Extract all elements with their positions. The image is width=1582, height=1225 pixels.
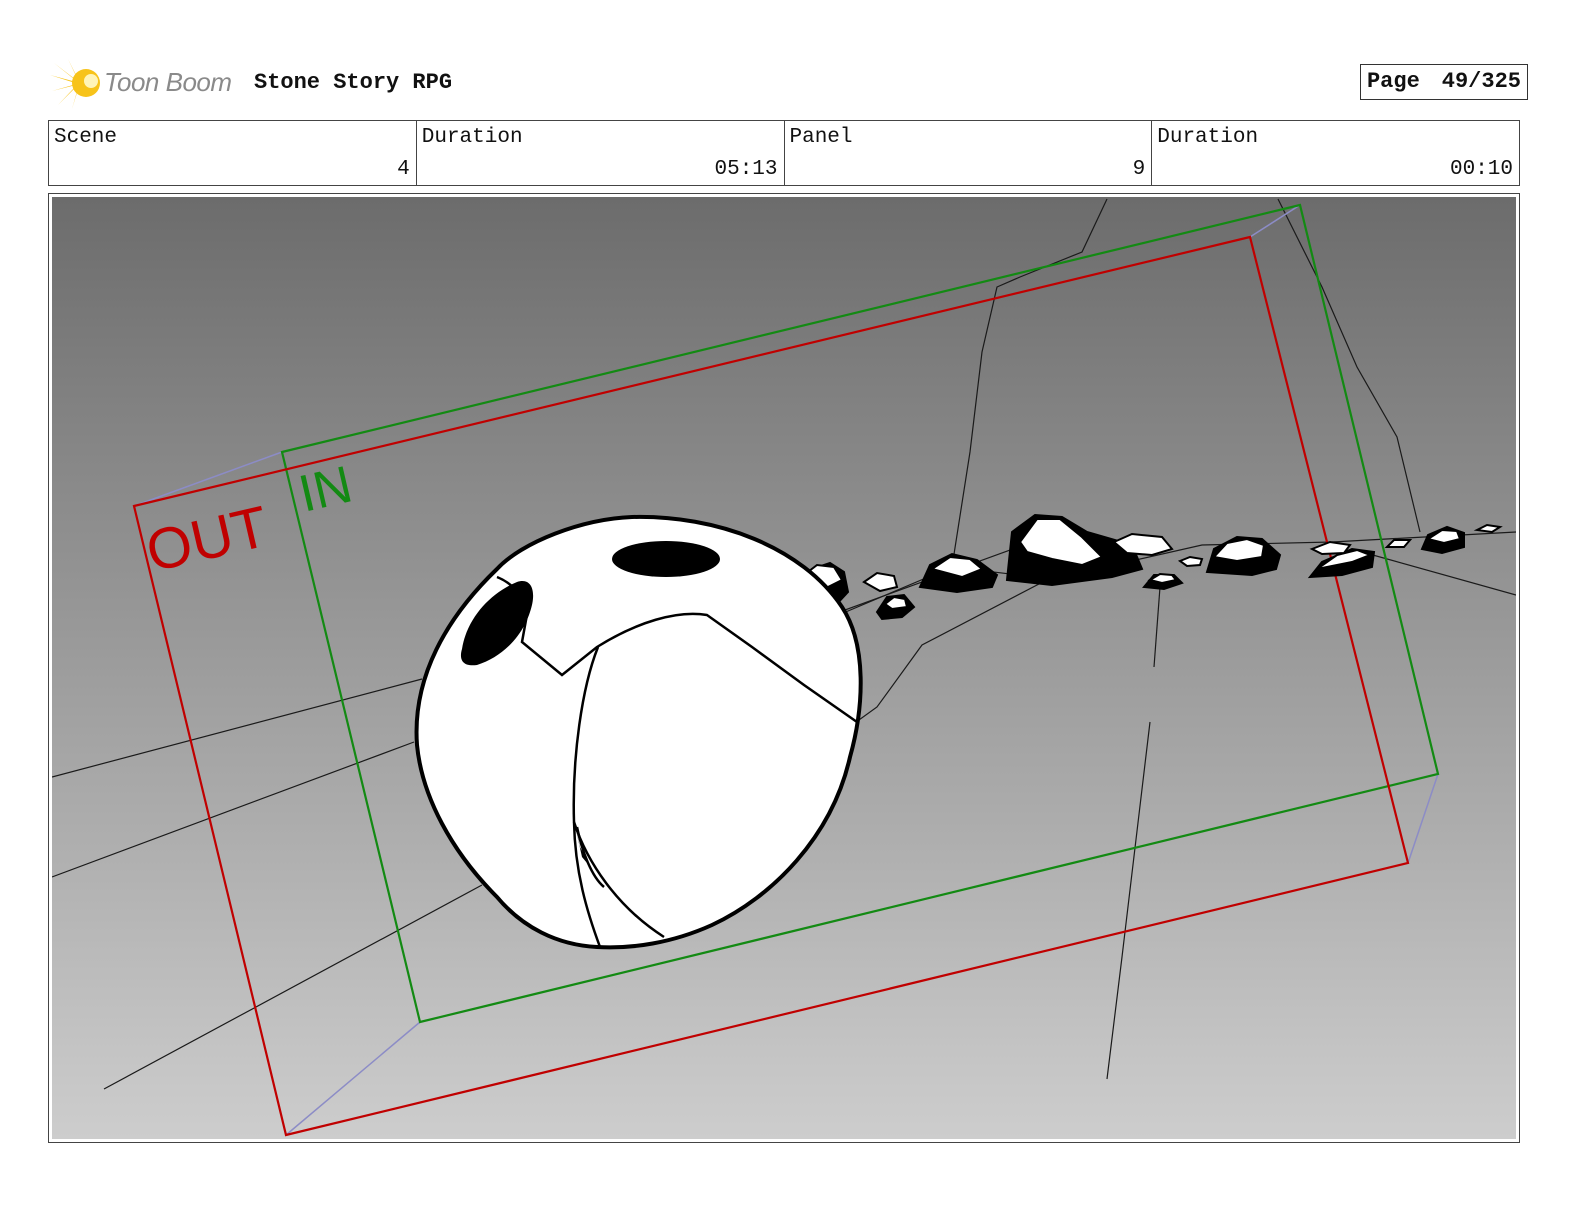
scene-label: Scene xyxy=(54,126,118,149)
page-number: 49/325 xyxy=(1441,69,1521,94)
scene-cell: Scene 4 xyxy=(49,121,417,185)
panel-frame: OUT IN xyxy=(48,193,1520,1143)
toon-boom-logo: Toon Boom xyxy=(50,55,250,111)
storyboard-panel-drawing: OUT IN xyxy=(52,197,1516,1139)
scene-info-table: Scene 4 Duration 05:13 Panel 9 Duration … xyxy=(48,120,1520,186)
logo-text: Toon Boom xyxy=(104,67,232,97)
panel-duration-cell: Duration 00:10 xyxy=(1152,121,1519,185)
panel-label: Panel xyxy=(789,126,853,149)
scene-duration-label: Duration xyxy=(421,126,523,149)
storyboard-header: Toon Boom Stone Story RPG Page 49/325 xyxy=(50,55,1540,111)
panel-duration-value: 00:10 xyxy=(1449,158,1513,181)
panel-duration-label: Duration xyxy=(1157,126,1259,149)
panel-value: 9 xyxy=(1132,158,1146,181)
scene-value: 4 xyxy=(397,158,410,181)
scene-duration-value: 05:13 xyxy=(714,158,778,181)
page-label: Page xyxy=(1366,69,1420,94)
panel-cell: Panel 9 xyxy=(785,121,1153,185)
project-title: Stone Story RPG xyxy=(254,70,453,95)
starburst-icon xyxy=(50,59,100,109)
page-indicator: Page 49/325 xyxy=(1359,64,1528,100)
scene-duration-cell: Duration 05:13 xyxy=(417,121,785,185)
